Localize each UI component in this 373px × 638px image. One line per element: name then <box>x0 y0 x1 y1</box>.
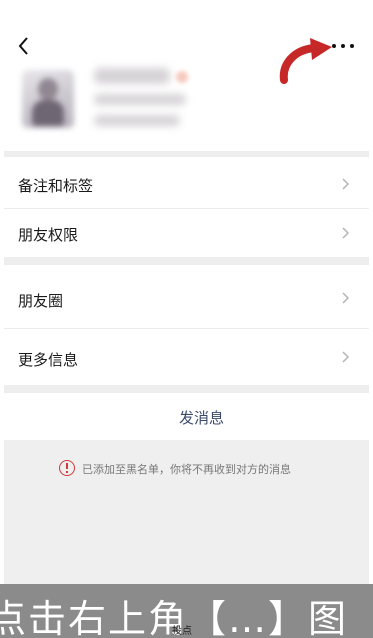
send-message-label: 发消息 <box>179 409 225 427</box>
avatar[interactable] <box>22 70 74 128</box>
friend-permissions-row[interactable]: 朋友权限 <box>4 209 369 257</box>
menu-group-2: 朋友圈 更多信息 <box>4 270 369 387</box>
blacklist-notice-text: 已添加至黑名单，你将不再收到对方的消息 <box>82 463 291 476</box>
section-divider <box>4 257 369 265</box>
remarks-tags-row[interactable]: 备注和标签 <box>4 160 369 209</box>
chevron-right-icon <box>342 178 350 190</box>
chevron-right-icon <box>342 292 350 304</box>
menu-group-1: 备注和标签 朋友权限 <box>4 160 369 257</box>
moments-row[interactable]: 朋友圈 <box>4 270 369 329</box>
row-label: 朋友圈 <box>18 292 64 310</box>
blurred-region <box>94 115 180 126</box>
row-label: 更多信息 <box>18 351 79 369</box>
footer-label: 投点 <box>172 626 192 637</box>
annotation-arrow-icon <box>279 38 332 84</box>
section-divider <box>4 151 369 157</box>
blurred-wechat-id <box>94 94 186 105</box>
section-divider <box>4 385 369 393</box>
chevron-right-icon <box>342 351 350 363</box>
blurred-nickname <box>94 68 170 84</box>
back-arrow-icon[interactable] <box>12 34 36 58</box>
row-label: 备注和标签 <box>18 177 94 195</box>
chevron-right-icon <box>342 227 350 239</box>
warning-circle-icon <box>59 460 75 476</box>
row-label: 朋友权限 <box>18 226 79 244</box>
profile-header <box>4 0 369 160</box>
more-info-row[interactable]: 更多信息 <box>4 329 369 387</box>
contact-profile-screen: 备注和标签 朋友权限 朋友圈 更多信息 发消息 已添加至黑名单，你将不再收到对方… <box>4 0 369 638</box>
blurred-gender-badge <box>176 71 188 83</box>
